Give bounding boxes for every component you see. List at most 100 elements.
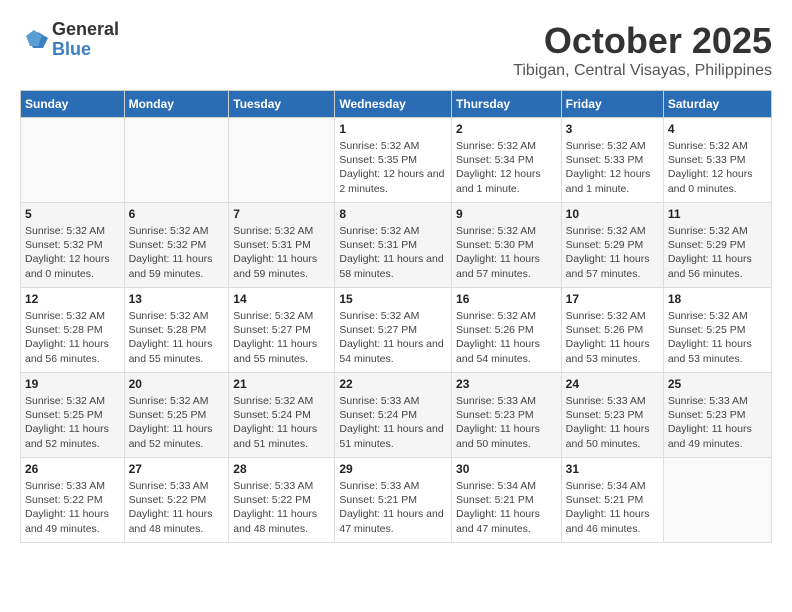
day-number: 10: [566, 207, 659, 221]
day-number: 26: [25, 462, 120, 476]
day-number: 4: [668, 122, 767, 136]
day-number: 23: [456, 377, 557, 391]
table-row: 2 Sunrise: 5:32 AMSunset: 5:34 PMDaylight…: [452, 118, 562, 203]
table-row: 17 Sunrise: 5:32 AMSunset: 5:26 PMDayligh…: [561, 288, 663, 373]
day-number: 15: [339, 292, 447, 306]
day-info: Sunrise: 5:32 AMSunset: 5:25 PMDaylight:…: [129, 394, 225, 451]
table-row: 21 Sunrise: 5:32 AMSunset: 5:24 PMDayligh…: [229, 373, 335, 458]
page: General Blue October 2025 Tibigan, Centr…: [0, 0, 792, 553]
table-row: 5Sunrise: 5:32 AMSunset: 5:32 PMDaylight…: [21, 203, 125, 288]
col-thursday: Thursday: [452, 91, 562, 118]
day-info: Sunrise: 5:33 AMSunset: 5:23 PMDaylight:…: [566, 394, 659, 451]
day-info: Sunrise: 5:32 AMSunset: 5:31 PMDaylight:…: [339, 224, 447, 281]
table-row: [124, 118, 229, 203]
table-row: 10 Sunrise: 5:32 AMSunset: 5:29 PMDayligh…: [561, 203, 663, 288]
day-number: 16: [456, 292, 557, 306]
calendar-week-row: 19 Sunrise: 5:32 AMSunset: 5:25 PMDayligh…: [21, 373, 772, 458]
day-number: 11: [668, 207, 767, 221]
col-saturday: Saturday: [663, 91, 771, 118]
calendar-table: Sunday Monday Tuesday Wednesday Thursday…: [20, 90, 772, 543]
day-info: Sunrise: 5:34 AMSunset: 5:21 PMDaylight:…: [566, 479, 659, 536]
day-number: 2: [456, 122, 557, 136]
day-number: 29: [339, 462, 447, 476]
col-monday: Monday: [124, 91, 229, 118]
table-row: 13 Sunrise: 5:32 AMSunset: 5:28 PMDayligh…: [124, 288, 229, 373]
col-friday: Friday: [561, 91, 663, 118]
day-info: Sunrise: 5:32 AMSunset: 5:28 PMDaylight:…: [129, 309, 225, 366]
table-row: 12Sunrise: 5:32 AMSunset: 5:28 PMDayligh…: [21, 288, 125, 373]
table-row: 28 Sunrise: 5:33 AMSunset: 5:22 PMDayligh…: [229, 458, 335, 543]
calendar-body: 1 Sunrise: 5:32 AMSunset: 5:35 PMDaylight…: [21, 118, 772, 543]
table-row: 8 Sunrise: 5:32 AMSunset: 5:31 PMDaylight…: [335, 203, 452, 288]
day-info: Sunrise: 5:32 AMSunset: 5:32 PMDaylight:…: [129, 224, 225, 281]
day-number: 28: [233, 462, 330, 476]
day-info: Sunrise: 5:32 AMSunset: 5:29 PMDaylight:…: [668, 224, 767, 281]
day-number: 19: [25, 377, 120, 391]
table-row: 22 Sunrise: 5:33 AMSunset: 5:24 PMDayligh…: [335, 373, 452, 458]
table-row: 23 Sunrise: 5:33 AMSunset: 5:23 PMDayligh…: [452, 373, 562, 458]
day-info: Sunrise: 5:33 AMSunset: 5:22 PMDaylight:…: [25, 479, 120, 536]
calendar-header-row: Sunday Monday Tuesday Wednesday Thursday…: [21, 91, 772, 118]
day-number: 25: [668, 377, 767, 391]
day-info: Sunrise: 5:32 AMSunset: 5:31 PMDaylight:…: [233, 224, 330, 281]
table-row: 1 Sunrise: 5:32 AMSunset: 5:35 PMDaylight…: [335, 118, 452, 203]
table-row: 18 Sunrise: 5:32 AMSunset: 5:25 PMDayligh…: [663, 288, 771, 373]
calendar-week-row: 26 Sunrise: 5:33 AMSunset: 5:22 PMDayligh…: [21, 458, 772, 543]
day-number: 7: [233, 207, 330, 221]
table-row: 31 Sunrise: 5:34 AMSunset: 5:21 PMDayligh…: [561, 458, 663, 543]
day-info: Sunrise: 5:32 AMSunset: 5:35 PMDaylight:…: [339, 139, 447, 196]
day-info: Sunrise: 5:34 AMSunset: 5:21 PMDaylight:…: [456, 479, 557, 536]
day-info: Sunrise: 5:32 AMSunset: 5:26 PMDaylight:…: [566, 309, 659, 366]
day-info: Sunrise: 5:33 AMSunset: 5:24 PMDaylight:…: [339, 394, 447, 451]
logo-general-text: General: [52, 20, 119, 40]
table-row: 15 Sunrise: 5:32 AMSunset: 5:27 PMDayligh…: [335, 288, 452, 373]
day-info: Sunrise: 5:32 AMSunset: 5:27 PMDaylight:…: [339, 309, 447, 366]
day-info: Sunrise: 5:32 AMSunset: 5:27 PMDaylight:…: [233, 309, 330, 366]
location-subtitle: Tibigan, Central Visayas, Philippines: [513, 62, 772, 80]
table-row: 11 Sunrise: 5:32 AMSunset: 5:29 PMDayligh…: [663, 203, 771, 288]
day-number: 18: [668, 292, 767, 306]
calendar-week-row: 12Sunrise: 5:32 AMSunset: 5:28 PMDayligh…: [21, 288, 772, 373]
calendar-week-row: 1 Sunrise: 5:32 AMSunset: 5:35 PMDaylight…: [21, 118, 772, 203]
day-info: Sunrise: 5:32 AMSunset: 5:34 PMDaylight:…: [456, 139, 557, 196]
table-row: 24Sunrise: 5:33 AMSunset: 5:23 PMDayligh…: [561, 373, 663, 458]
calendar-week-row: 5 Sunrise: 5:32 AMSunset: 5:32 PMDaylight…: [21, 203, 772, 288]
table-row: 7 Sunrise: 5:32 AMSunset: 5:31 PMDaylight…: [229, 203, 335, 288]
title-block: October 2025 Tibigan, Central Visayas, P…: [513, 20, 772, 80]
month-title: October 2025: [513, 20, 772, 62]
day-number: 1: [339, 122, 447, 136]
day-number: 13: [129, 292, 225, 306]
day-number: 31: [566, 462, 659, 476]
table-row: 25 Sunrise: 5:33 AMSunset: 5:23 PMDayligh…: [663, 373, 771, 458]
header: General Blue October 2025 Tibigan, Centr…: [20, 20, 772, 80]
day-info: Sunrise: 5:33 AMSunset: 5:23 PMDaylight:…: [456, 394, 557, 451]
table-row: 29Sunrise: 5:33 AMSunset: 5:21 PMDayligh…: [335, 458, 452, 543]
day-number: 6: [129, 207, 225, 221]
day-info: Sunrise: 5:32 AMSunset: 5:24 PMDaylight:…: [233, 394, 330, 451]
table-row: 4 Sunrise: 5:32 AMSunset: 5:33 PMDaylight…: [663, 118, 771, 203]
day-info: Sunrise: 5:32 AMSunset: 5:25 PMDaylight:…: [668, 309, 767, 366]
table-row: [663, 458, 771, 543]
logo-blue-text: Blue: [52, 40, 119, 60]
table-row: 3 Sunrise: 5:32 AMSunset: 5:33 PMDaylight…: [561, 118, 663, 203]
day-number: 22: [339, 377, 447, 391]
logo: General Blue: [20, 20, 119, 60]
day-number: 17: [566, 292, 659, 306]
day-number: 5: [25, 207, 120, 221]
col-wednesday: Wednesday: [335, 91, 452, 118]
logo-icon: [20, 26, 48, 54]
table-row: 6 Sunrise: 5:32 AMSunset: 5:32 PMDaylight…: [124, 203, 229, 288]
day-number: 21: [233, 377, 330, 391]
table-row: 30Sunrise: 5:34 AMSunset: 5:21 PMDayligh…: [452, 458, 562, 543]
day-number: 3: [566, 122, 659, 136]
day-info: Sunrise: 5:32 AMSunset: 5:29 PMDaylight:…: [566, 224, 659, 281]
day-info: Sunrise: 5:32 AMSunset: 5:26 PMDaylight:…: [456, 309, 557, 366]
day-info: Sunrise: 5:33 AMSunset: 5:22 PMDaylight:…: [233, 479, 330, 536]
day-info: Sunrise: 5:32 AMSunset: 5:33 PMDaylight:…: [566, 139, 659, 196]
day-info: Sunrise: 5:32 AMSunset: 5:33 PMDaylight:…: [668, 139, 767, 196]
table-row: [21, 118, 125, 203]
day-number: 8: [339, 207, 447, 221]
day-info: Sunrise: 5:33 AMSunset: 5:23 PMDaylight:…: [668, 394, 767, 451]
day-number: 9: [456, 207, 557, 221]
table-row: 26 Sunrise: 5:33 AMSunset: 5:22 PMDayligh…: [21, 458, 125, 543]
